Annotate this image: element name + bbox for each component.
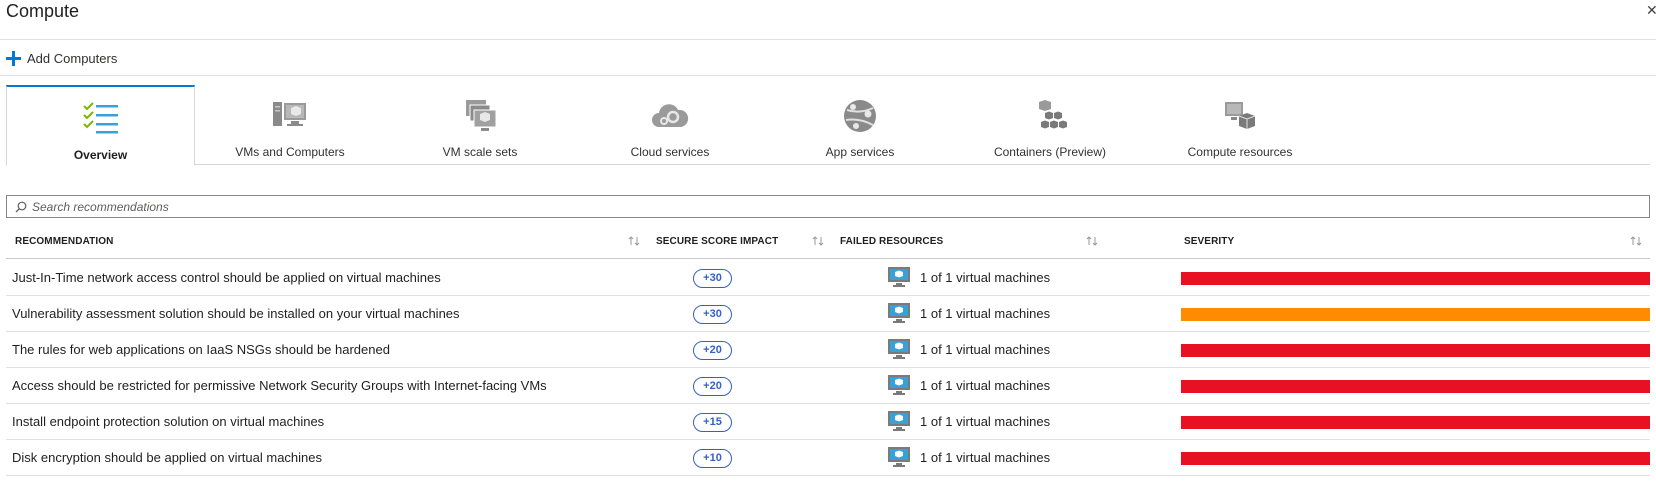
tab-label: App services [825,145,895,159]
table-header: RECOMMENDATION SECURE SCORE IMPACT FAILE… [6,225,1650,259]
failed-resources-text: 1 of 1 virtual machines [920,414,1051,429]
column-header-severity: SEVERITY [1184,236,1235,247]
secure-score-impact-badge: +20 [693,377,732,396]
tab-label: Compute resources [1187,145,1293,159]
severity-bar-high [1181,452,1650,465]
tab-label: VMs and Computers [235,145,345,159]
sort-icon[interactable] [1086,235,1098,247]
virtual-machine-icon [888,447,910,467]
add-computers-label: Add Computers [27,50,118,66]
column-header-secure-score-impact: SECURE SCORE IMPACT [656,236,779,247]
page-title: Compute [6,1,80,21]
resource-tabs: Overview VMs and Computers VM scale sets [6,85,1650,166]
tab-label: VM scale sets [442,145,518,159]
toolbar: Add Computers [0,40,1656,76]
tab-containers[interactable]: Containers (Preview) [955,85,1145,165]
virtual-machine-icon [888,303,910,323]
failed-resources-text: 1 of 1 virtual machines [920,342,1051,357]
add-computers-button[interactable]: Add Computers [6,48,117,68]
tab-vms-and-computers[interactable]: VMs and Computers [195,85,385,165]
recommendation-text: Install endpoint protection solution on … [12,414,325,429]
tab-label: Cloud services [630,145,710,159]
severity-bar-medium [1181,308,1650,321]
sort-icon[interactable] [1630,235,1642,247]
failed-resources-text: 1 of 1 virtual machines [920,270,1051,285]
sort-icon[interactable] [628,235,640,247]
failed-resources-text: 1 of 1 virtual machines [920,306,1051,321]
tab-vm-scale-sets[interactable]: VM scale sets [385,85,575,165]
secure-score-impact-badge: +30 [693,305,732,324]
column-header-recommendation: RECOMMENDATION [15,236,114,247]
recommendation-text: Just-In-Time network access control shou… [12,270,441,285]
virtual-machine-icon [888,411,910,431]
tab-app-services[interactable]: App services [765,85,955,165]
recommendation-text: Access should be restricted for permissi… [12,378,547,393]
app-services-icon [844,100,876,132]
vm-computers-icon [273,102,306,126]
virtual-machine-icon [888,267,910,287]
cloud-services-icon [652,104,689,127]
recommendation-text: Disk encryption should be applied on vir… [12,450,323,465]
plus-icon [6,50,21,66]
table-row[interactable]: Vulnerability assessment solution should… [6,296,1650,332]
table-row[interactable]: Just-In-Time network access control shou… [6,260,1650,296]
table-row[interactable]: Disk encryption should be applied on vir… [6,440,1650,476]
severity-bar-high [1181,380,1650,393]
recommendation-text: Vulnerability assessment solution should… [12,306,460,321]
virtual-machine-icon [888,339,910,359]
table-row[interactable]: The rules for web applications on IaaS N… [6,332,1650,368]
close-icon[interactable]: ✕ [1646,2,1656,19]
severity-bar-high [1181,416,1650,429]
table-row[interactable]: Install endpoint protection solution on … [6,404,1650,440]
tab-compute-resources[interactable]: Compute resources [1145,85,1335,165]
failed-resources-text: 1 of 1 virtual machines [920,450,1051,465]
secure-score-impact-badge: +15 [693,413,732,432]
table-row[interactable]: Access should be restricted for permissi… [6,368,1650,404]
tab-overview[interactable]: Overview [6,85,195,166]
compute-resources-icon [1225,102,1256,129]
search-box[interactable] [6,195,1650,218]
column-header-failed-resources: FAILED RESOURCES [840,236,944,247]
secure-score-impact-badge: +30 [693,269,732,288]
virtual-machine-icon [888,375,910,395]
checklist-icon [82,102,118,134]
search-icon [15,201,27,212]
severity-bar-high [1181,272,1650,285]
tab-label: Overview [73,148,128,162]
containers-icon [1039,100,1067,129]
severity-bar-high [1181,344,1650,357]
secure-score-impact-badge: +20 [693,341,732,360]
tab-cloud-services[interactable]: Cloud services [575,85,765,165]
tab-label: Containers (Preview) [993,145,1107,159]
sort-icon[interactable] [812,235,824,247]
secure-score-impact-badge: +10 [693,449,732,468]
recommendation-text: The rules for web applications on IaaS N… [12,342,390,357]
title-bar: Compute ✕ [0,0,1656,40]
search-input[interactable] [32,199,1632,214]
failed-resources-text: 1 of 1 virtual machines [920,378,1051,393]
scale-sets-icon [466,100,497,131]
